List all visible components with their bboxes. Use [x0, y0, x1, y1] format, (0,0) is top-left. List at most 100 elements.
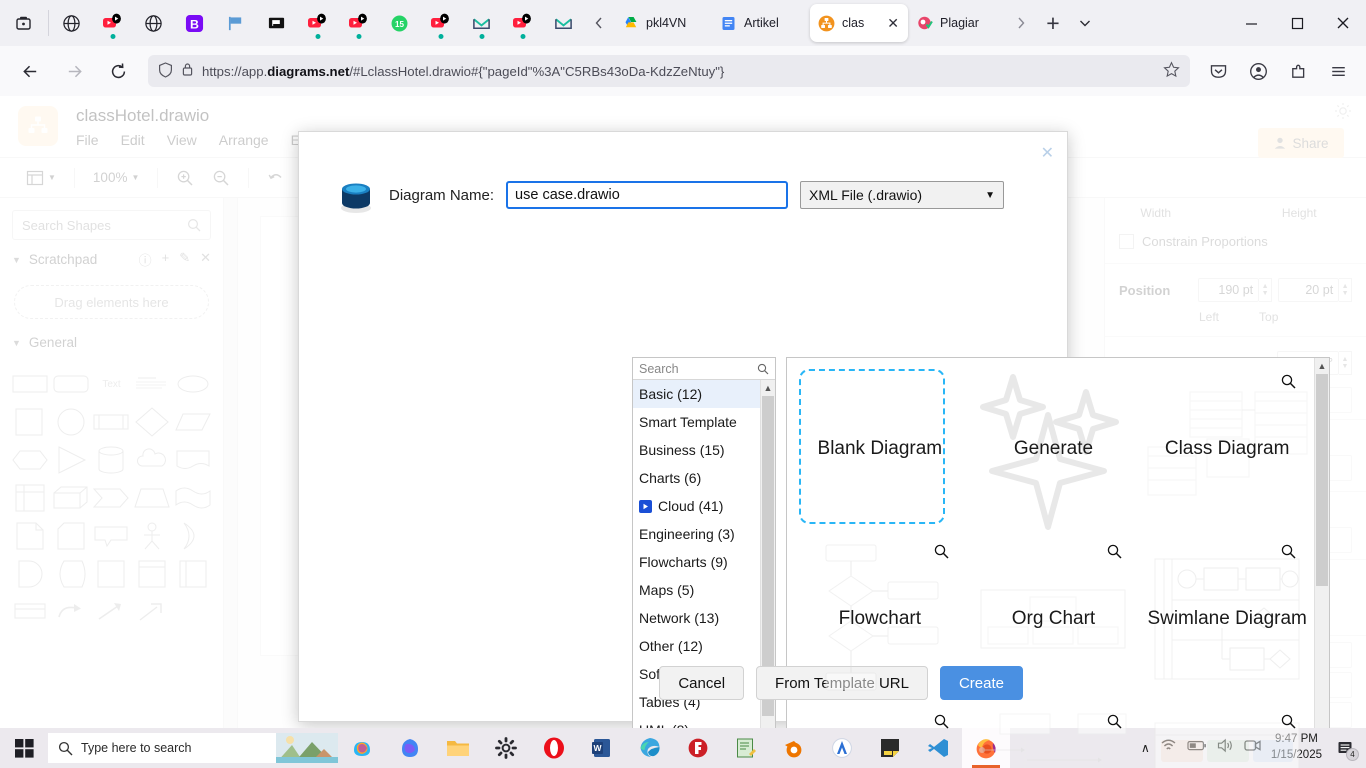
shape-triangle[interactable]	[53, 444, 90, 476]
preview-zoom-icon[interactable]	[934, 714, 949, 734]
shape-display[interactable]	[53, 558, 90, 590]
category-flowcharts[interactable]: Flowcharts (9)	[633, 548, 760, 576]
template-class-diagram[interactable]: Class Diagram	[1140, 364, 1314, 534]
close-button[interactable]	[1320, 0, 1366, 46]
menu-view[interactable]: View	[167, 132, 197, 148]
template-org-chart[interactable]: Org Chart	[967, 534, 1141, 704]
youtube-icon[interactable]	[338, 0, 379, 46]
close-icon[interactable]: ✕	[886, 16, 900, 30]
preview-zoom-icon[interactable]	[934, 544, 949, 564]
shape-delay[interactable]	[12, 558, 49, 590]
diagram-name-input[interactable]: use case.drawio	[506, 181, 789, 209]
shape-parallelogram[interactable]	[174, 406, 211, 438]
scroll-up-icon[interactable]: ▲	[1315, 358, 1329, 374]
share-button[interactable]: Share	[1258, 128, 1344, 158]
favorites-overflow-icon[interactable]	[584, 0, 614, 46]
lock-icon[interactable]	[181, 62, 194, 80]
shape-ellipse[interactable]	[174, 368, 211, 400]
theme-toggle-icon[interactable]	[1334, 102, 1352, 125]
browser-tab-plagiarism[interactable]: Plagiar	[908, 4, 1006, 42]
template-swimlane-diagram[interactable]: Swimlane Diagram	[1140, 534, 1314, 704]
help-icon[interactable]: ⓘ	[139, 250, 152, 269]
category-engineering[interactable]: Engineering (3)	[633, 520, 760, 548]
shape-diamond[interactable]	[134, 406, 171, 438]
new-tab-button[interactable]: +	[1036, 6, 1070, 40]
bootstrap-icon[interactable]: B	[174, 0, 215, 46]
category-network[interactable]: Network (13)	[633, 604, 760, 632]
undo-icon[interactable]	[261, 166, 291, 190]
notifications-icon[interactable]: 4	[1332, 733, 1359, 763]
word-icon[interactable]: W	[578, 728, 626, 768]
shape-square[interactable]	[12, 406, 49, 438]
tab-list-icon[interactable]	[1070, 0, 1100, 46]
zoom-in-icon[interactable]	[170, 166, 200, 190]
shape-hexagon[interactable]	[12, 444, 49, 476]
whatsapp-icon[interactable]: 15	[379, 0, 420, 46]
address-bar[interactable]: https://app.diagrams.net/#LclassHotel.dr…	[148, 55, 1190, 87]
forward-icon[interactable]	[57, 54, 91, 88]
shield-icon[interactable]	[158, 61, 173, 81]
menu-arrange[interactable]: Arrange	[219, 132, 269, 148]
zoom-level-button[interactable]: 100% ▼	[87, 167, 145, 188]
template-blank-diagram[interactable]: Blank Diagram	[793, 364, 967, 534]
shape-document[interactable]	[174, 444, 211, 476]
shape-text[interactable]: Text	[93, 368, 130, 400]
preview-zoom-icon[interactable]	[1107, 714, 1122, 734]
template-generate[interactable]: Generate	[967, 364, 1141, 534]
template-flowchart[interactable]: Flowchart	[793, 534, 967, 704]
url-text[interactable]: https://app.diagrams.net/#LclassHotel.dr…	[202, 64, 1155, 79]
template-simple-kanban[interactable]: Simple	[1140, 704, 1314, 768]
cancel-button[interactable]: Cancel	[659, 666, 745, 700]
constrain-proportions-row[interactable]: Constrain Proportions	[1105, 226, 1366, 257]
youtube-icon[interactable]	[297, 0, 338, 46]
category-business[interactable]: Business (15)	[633, 436, 760, 464]
youtube-icon[interactable]	[502, 0, 543, 46]
shape-list[interactable]	[12, 596, 49, 628]
category-smart-template[interactable]: Smart Template	[633, 408, 760, 436]
dialog-close-icon[interactable]: ✕	[1041, 146, 1054, 162]
preview-zoom-icon[interactable]	[1107, 544, 1122, 564]
reload-icon[interactable]	[101, 54, 135, 88]
shape-internal-storage[interactable]	[12, 482, 49, 514]
maximize-button[interactable]	[1274, 0, 1320, 46]
youtube-icon[interactable]	[420, 0, 461, 46]
globe-icon[interactable]	[51, 0, 92, 46]
position-top-input[interactable]: 20 pt	[1277, 278, 1340, 302]
file-format-select[interactable]: XML File (.drawio) ▼	[800, 181, 1005, 209]
extensions-icon[interactable]	[1281, 54, 1315, 88]
notepad-plus-icon[interactable]	[722, 728, 770, 768]
category-charts[interactable]: Charts (6)	[633, 464, 760, 492]
settings-icon[interactable]	[482, 728, 530, 768]
edge-copilot-icon[interactable]	[386, 728, 434, 768]
shape-rounded-rect[interactable]	[53, 368, 90, 400]
angle-stepper[interactable]: ▲ ▼	[1339, 351, 1352, 375]
shape-callout[interactable]	[93, 520, 130, 552]
shape-window[interactable]	[134, 558, 171, 590]
flash-icon[interactable]	[674, 728, 722, 768]
star-icon[interactable]	[1163, 61, 1180, 81]
gmail-icon[interactable]	[461, 0, 502, 46]
section-scratchpad[interactable]: ▼ Scratchpad ⓘ + ✎ ✕	[0, 240, 223, 279]
category-maps[interactable]: Maps (5)	[633, 576, 760, 604]
account-icon[interactable]	[1241, 54, 1275, 88]
position-top-stepper[interactable]: ▲ ▼	[1339, 278, 1352, 302]
zoom-out-icon[interactable]	[206, 166, 236, 190]
template-entity-relationship[interactable]: Entity	[793, 704, 967, 768]
template-scrollbar[interactable]: ▲ ▼	[1314, 358, 1329, 768]
browser-tab-classhotel[interactable]: clas ✕	[810, 4, 908, 42]
search-shapes-input[interactable]: Search Shapes	[12, 210, 211, 240]
constrain-checkbox[interactable]	[1119, 234, 1134, 249]
edit-icon[interactable]: ✎	[179, 250, 190, 269]
shape-cylinder[interactable]	[93, 444, 130, 476]
position-left-stepper[interactable]: ▲ ▼	[1259, 278, 1272, 302]
shape-cloud[interactable]	[134, 444, 171, 476]
preview-zoom-icon[interactable]	[1281, 714, 1296, 734]
browser-tab-artikel[interactable]: Artikel	[712, 4, 810, 42]
shape-side-panel[interactable]	[174, 558, 211, 590]
menu-file[interactable]: File	[76, 132, 99, 148]
edge-icon[interactable]	[626, 728, 674, 768]
shape-curve-arrow[interactable]	[53, 596, 90, 628]
menu-icon[interactable]	[1321, 54, 1355, 88]
copilot-icon[interactable]	[338, 728, 386, 768]
scratchpad-dropzone[interactable]: Drag elements here	[14, 285, 209, 319]
